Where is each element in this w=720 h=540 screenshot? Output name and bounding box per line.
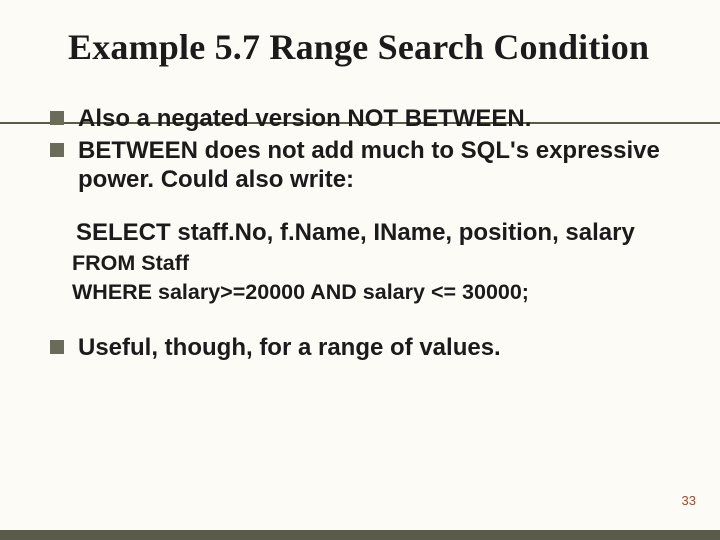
square-bullet-icon — [50, 340, 64, 354]
sql-block: SELECT staff.No, f.Name, IName, position… — [50, 218, 670, 306]
list-item: BETWEEN does not add much to SQL's expre… — [50, 136, 670, 195]
slide-body: Also a negated version NOT BETWEEN. BETW… — [44, 82, 676, 361]
bullet-text: BETWEEN does not add much to SQL's expre… — [78, 137, 660, 193]
sql-select-line: SELECT staff.No, f.Name, IName, position… — [64, 218, 670, 247]
sql-select-text: SELECT staff.No, f.Name, IName, position… — [64, 219, 635, 246]
slide: Example 5.7 Range Search Condition Also … — [0, 0, 720, 540]
slide-title: Example 5.7 Range Search Condition — [44, 18, 676, 82]
bullet-text: Useful, though, for a range of values. — [78, 334, 501, 361]
sql-from-line: FROM Staff — [64, 250, 670, 278]
sql-where-line: WHERE salary>=20000 AND salary <= 30000; — [64, 279, 670, 307]
square-bullet-icon — [50, 143, 64, 157]
square-bullet-icon — [50, 111, 64, 125]
page-number: 33 — [682, 493, 696, 508]
bullet-text: Also a negated version NOT BETWEEN. — [78, 105, 531, 132]
list-item: Useful, though, for a range of values. — [50, 333, 670, 362]
bullet-list-closing: Useful, though, for a range of values. — [50, 333, 670, 362]
bullet-list: Also a negated version NOT BETWEEN. BETW… — [50, 104, 670, 194]
list-item: Also a negated version NOT BETWEEN. — [50, 104, 670, 133]
